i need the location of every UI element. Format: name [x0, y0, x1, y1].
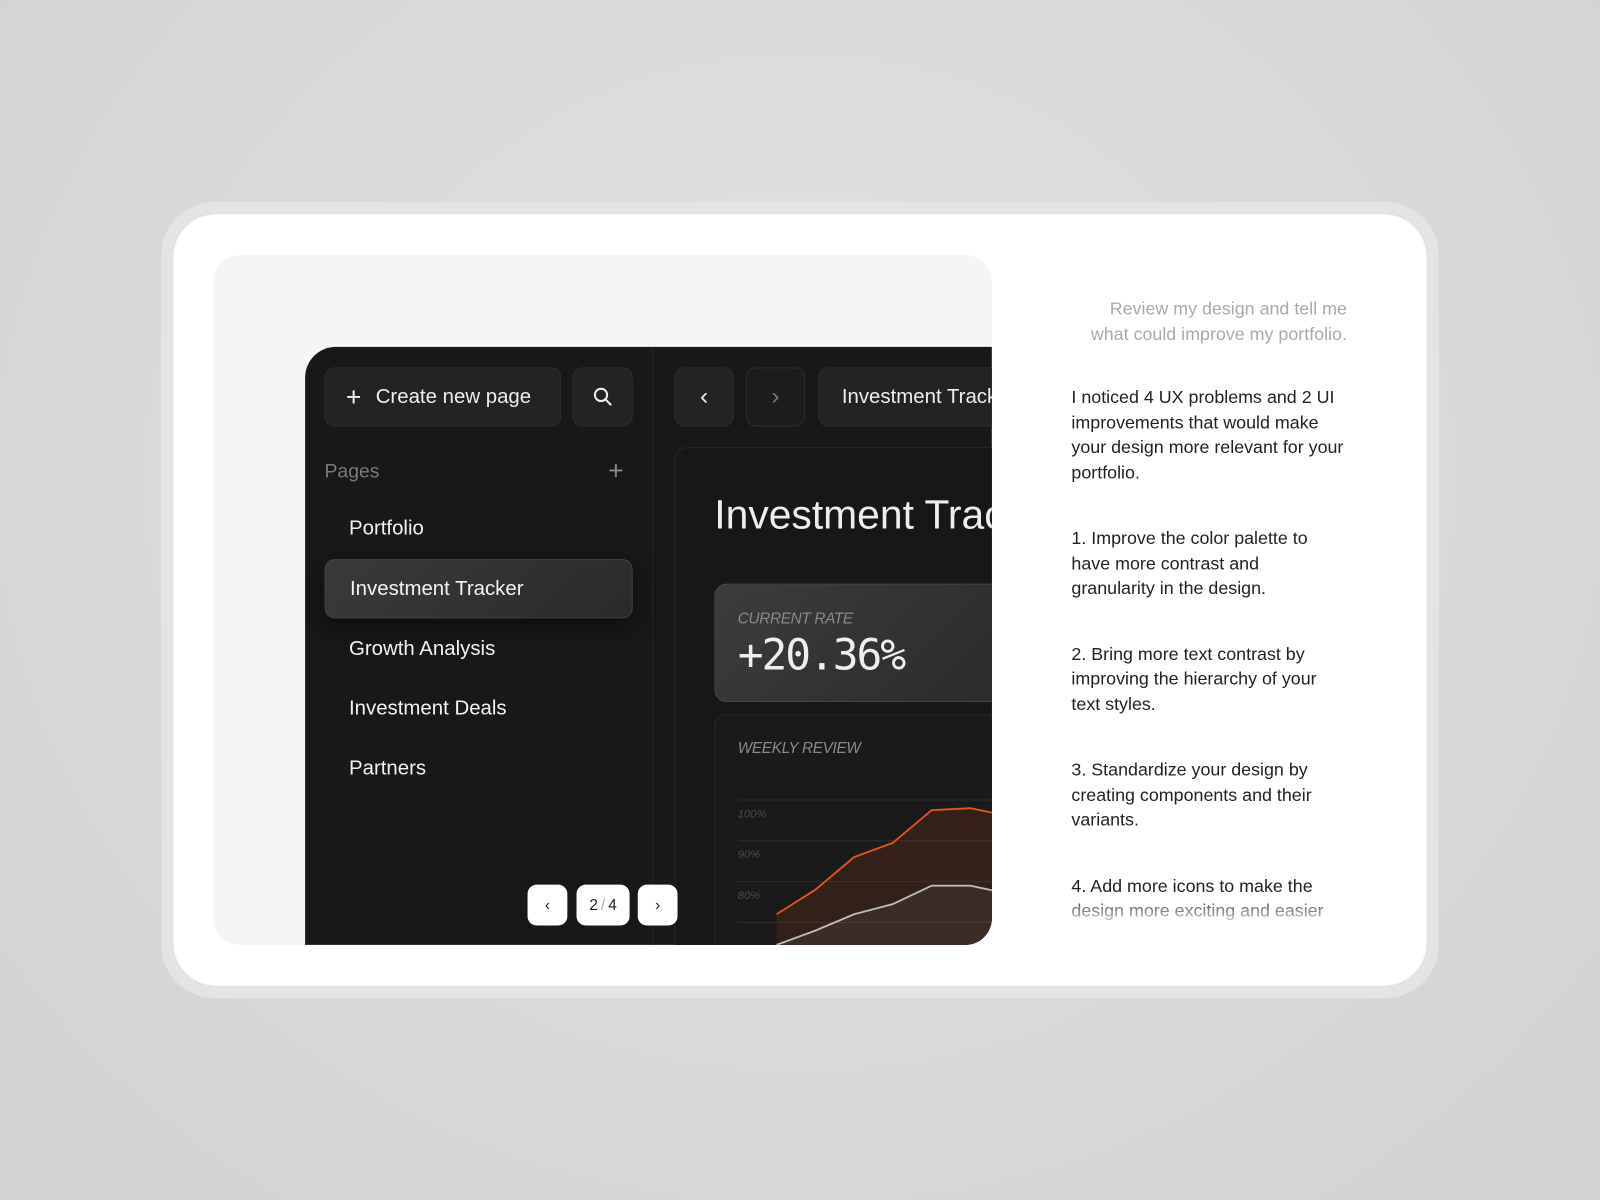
- page-indicator: 2/4: [576, 884, 630, 926]
- search-button[interactable]: [572, 367, 633, 427]
- suggestion-item: 3. Standardize your design by creating c…: [1071, 759, 1312, 830]
- suggestion-item: 4. Add more icons to make the design mor…: [1071, 874, 1324, 921]
- sidebar-item-investment-deals[interactable]: Investment Deals: [324, 679, 632, 738]
- sidebar-item-investment-tracker[interactable]: Investment Tracker: [324, 559, 633, 619]
- back-button[interactable]: ‹: [674, 367, 734, 427]
- chevron-left-icon: ‹: [699, 382, 709, 411]
- user-prompt: Review my design and tell me what could …: [1090, 297, 1347, 344]
- search-icon: [593, 387, 612, 406]
- sidebar: + Create new page Pages + Portfolio Inve…: [305, 346, 654, 945]
- weekly-chart: 100% 90% 80%: [738, 799, 992, 945]
- y-tick-label: 80%: [738, 890, 760, 902]
- assistant-intro: I noticed 4 UX problems and 2 UI improve…: [1071, 386, 1344, 483]
- main-content: Investment Tracker CURRENT RATE +20.36% …: [674, 446, 992, 945]
- forward-button[interactable]: ›: [745, 367, 806, 427]
- pages-heading: Pages: [324, 461, 380, 483]
- chevron-right-icon: ›: [771, 382, 780, 411]
- current-rate-card: CURRENT RATE +20.36%: [714, 583, 992, 703]
- sidebar-item-growth-analysis[interactable]: Growth Analysis: [324, 619, 632, 678]
- preview-panel: + Create new page Pages + Portfolio Inve…: [213, 255, 992, 945]
- weekly-review-card: WEEKLY REVIEW 100% 90% 80%: [714, 714, 992, 945]
- sidebar-item-portfolio[interactable]: Portfolio: [324, 499, 632, 558]
- chevron-right-icon: ›: [655, 896, 661, 914]
- app-screenshot: + Create new page Pages + Portfolio Inve…: [305, 346, 992, 945]
- sidebar-item-partners[interactable]: Partners: [324, 739, 632, 798]
- page-title: Investment Tracker: [714, 492, 992, 538]
- plus-icon: +: [345, 381, 362, 412]
- chevron-left-icon: ‹: [544, 896, 550, 914]
- next-page-button[interactable]: ›: [637, 884, 678, 926]
- current-rate-value: +20.36%: [737, 629, 906, 680]
- chat-panel: Review my design and tell me what could …: [1071, 296, 1357, 923]
- y-tick-label: 90%: [738, 849, 760, 861]
- tab-investment-tracker[interactable]: Investment Tracker: [818, 367, 992, 427]
- suggestion-item: 2. Bring more text contrast by improving…: [1071, 643, 1317, 714]
- suggestion-item: 1. Improve the color palette to have mor…: [1071, 527, 1308, 598]
- prev-page-button[interactable]: ‹: [527, 884, 568, 926]
- y-tick-label: 100%: [738, 808, 767, 820]
- current-rate-label: CURRENT RATE: [737, 610, 853, 628]
- add-page-icon[interactable]: +: [608, 455, 623, 487]
- create-page-button[interactable]: + Create new page: [324, 367, 562, 427]
